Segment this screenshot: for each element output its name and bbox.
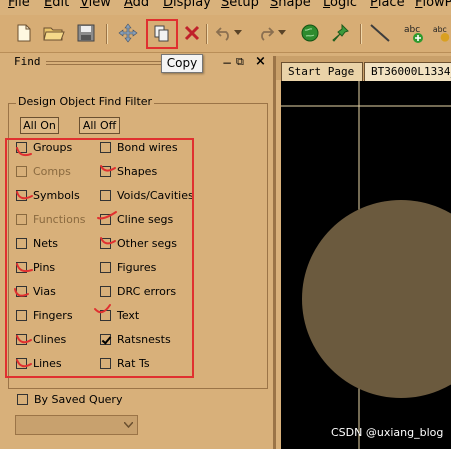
pad-shape [302, 200, 451, 398]
copy-tooltip: Copy [161, 54, 203, 73]
saved-query-checkbox[interactable] [17, 393, 28, 405]
design-canvas[interactable] [281, 81, 451, 449]
canvas-drawing [281, 81, 451, 449]
chevron-down-icon [124, 422, 133, 428]
tab-start-page[interactable]: Start Page [281, 62, 363, 81]
saved-query-select[interactable] [15, 415, 138, 435]
spell-check-icon[interactable]: abc [432, 22, 451, 44]
toolbar-separator [360, 24, 362, 44]
saved-query-row[interactable]: By Saved Query [17, 392, 122, 406]
menu-shape[interactable]: Shape [270, 0, 311, 10]
annotation-marks [14, 147, 117, 368]
add-connect-icon[interactable] [368, 22, 392, 44]
tab-design[interactable]: BT36000L1334_ [364, 62, 451, 81]
document-tabs: Start Page BT36000L1334_ [276, 56, 451, 81]
menu-logic[interactable]: Logic [323, 0, 357, 10]
watermark: CSDN @uxiang_blog [331, 426, 444, 439]
globe-icon[interactable] [298, 22, 322, 44]
pin-icon[interactable] [328, 22, 352, 44]
menu-flowplan[interactable]: FlowPlan [415, 0, 451, 10]
menu-place[interactable]: Place [370, 0, 405, 10]
svg-text:abc: abc [433, 25, 447, 34]
spell-check-icon[interactable]: abc [402, 22, 426, 44]
saved-query-label: By Saved Query [34, 392, 123, 406]
chevron-down-icon[interactable] [276, 22, 288, 44]
